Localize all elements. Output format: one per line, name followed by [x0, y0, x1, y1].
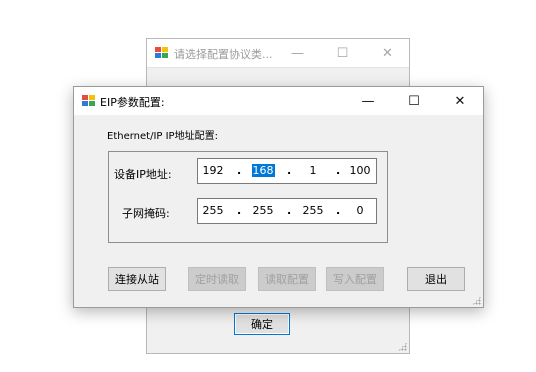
mask-dot: . [336, 204, 341, 217]
mask-octet[interactable]: 0 [347, 204, 373, 218]
ip-dot: . [336, 164, 341, 177]
mask-dot: . [287, 204, 292, 217]
device-ip-input[interactable]: 192 . 168 . 1 . 100 [197, 158, 377, 184]
background-window-title: 请选择配置协议类... [174, 48, 273, 61]
group-label: Ethernet/IP IP地址配置: [107, 131, 218, 142]
timed-read-button[interactable]: 定时读取 [188, 267, 246, 291]
ip-octet-selected[interactable]: 168 [250, 164, 276, 178]
subnet-mask-label: 子网掩码: [122, 207, 170, 220]
minimize-icon[interactable]: — [275, 39, 320, 67]
ip-dot: . [237, 164, 242, 177]
connect-slave-button[interactable]: 连接从站 [108, 267, 166, 291]
read-config-button[interactable]: 读取配置 [258, 267, 316, 291]
maximize-icon[interactable]: ☐ [320, 39, 365, 67]
mask-dot: . [237, 204, 242, 217]
ip-octet[interactable]: 100 [347, 164, 373, 178]
mask-octet[interactable]: 255 [300, 204, 326, 218]
mask-octet[interactable]: 255 [250, 204, 276, 218]
ip-octet[interactable]: 192 [200, 164, 226, 178]
maximize-icon[interactable]: ☐ [391, 87, 437, 115]
dialog-titlebar[interactable]: EIP参数配置: — ☐ ✕ [74, 87, 483, 115]
mask-octet[interactable]: 255 [200, 204, 226, 218]
device-ip-label: 设备IP地址: [114, 168, 172, 181]
exit-button[interactable]: 退出 [407, 267, 465, 291]
dialog-title: EIP参数配置: [100, 96, 165, 109]
app-icon [155, 47, 169, 59]
background-window-titlebar[interactable]: 请选择配置协议类... — ☐ ✕ [147, 39, 409, 68]
ok-button[interactable]: 确定 [234, 313, 290, 335]
resize-grip-icon[interactable] [398, 342, 407, 351]
ip-octet[interactable]: 1 [300, 164, 326, 178]
ip-dot: . [287, 164, 292, 177]
close-icon[interactable]: ✕ [365, 39, 410, 67]
minimize-icon[interactable]: — [345, 87, 391, 115]
eip-config-dialog: EIP参数配置: — ☐ ✕ Ethernet/IP IP地址配置: 设备IP地… [73, 86, 484, 308]
ip-config-group: 设备IP地址: 192 . 168 . 1 . 100 子网掩码: 255 . … [108, 151, 388, 243]
resize-grip-icon[interactable] [472, 296, 481, 305]
subnet-mask-input[interactable]: 255 . 255 . 255 . 0 [197, 198, 377, 224]
app-icon [82, 95, 96, 107]
write-config-button[interactable]: 写入配置 [326, 267, 384, 291]
close-icon[interactable]: ✕ [437, 87, 483, 115]
